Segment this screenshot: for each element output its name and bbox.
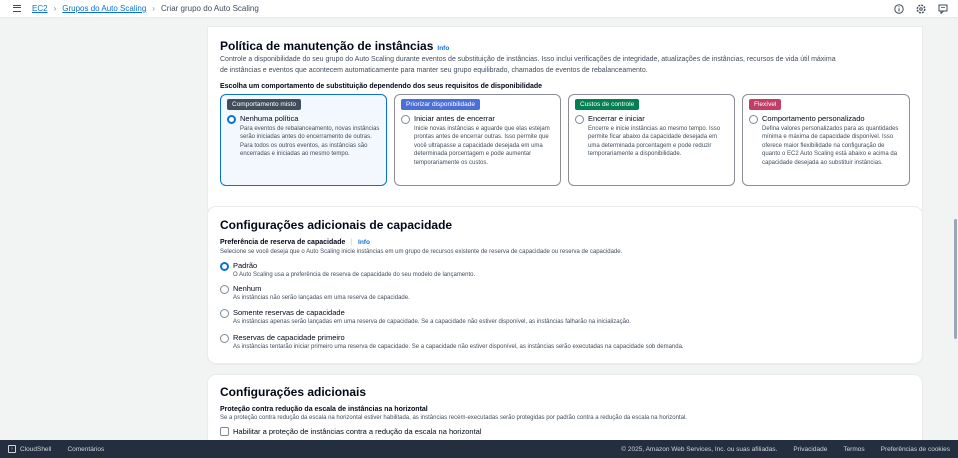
label-divider: | [350,239,353,246]
card-description: Para eventos de rebalanceamento, novas i… [240,126,380,158]
additional-settings-panel: Configurações adicionais Proteção contra… [208,375,922,440]
option-description: O Auto Scaling usa a preferência de rese… [233,272,476,278]
radio-button[interactable] [220,285,229,294]
maintenance-description-line1: Controle a disponibilidade do seu grupo … [220,56,836,63]
radio-button-selected[interactable] [220,262,229,271]
capacity-pref-description: Selecione se você deseja que o Auto Scal… [220,249,623,255]
maintenance-policy-panel: Política de manutenção de instâncias Info… [208,27,922,215]
additional-title: Configurações adicionais [220,385,367,399]
card-title: Nenhuma política [240,114,299,123]
card-title: Iniciar antes de encerrar [414,114,495,123]
menu-icon[interactable] [8,0,26,18]
comments-link[interactable]: Comentários [67,446,104,453]
card-title: Encerrar e iniciar [588,114,645,123]
capacity-settings-panel: Configurações adicionais de capacidade P… [208,207,922,363]
option-title: Padrão [233,261,258,270]
breadcrumb: EC2 › Grupos do Auto Scaling › Criar gru… [32,4,259,13]
cloudshell-button[interactable]: › CloudShell [8,445,51,453]
cookie-preferences-link[interactable]: Preferências de cookies [881,446,950,453]
capacity-title: Configurações adicionais de capacidade [220,218,453,232]
choose-behavior-label: Escolha um comportamento de substituição… [220,83,543,90]
card-launch-before-terminate[interactable]: Priorizar disponibilidade Iniciar antes … [394,94,561,186]
terminal-icon: › [8,445,16,453]
option-description: As instâncias não serão lançadas em uma … [233,295,410,301]
gear-icon[interactable] [914,2,928,16]
tag-mixed-behavior: Comportamento misto [227,99,301,110]
option-description: As instâncias tentarão iniciar primeiro … [233,344,684,350]
maintenance-info-link[interactable]: Info [437,45,449,52]
copyright-text: © 2025, Amazon Web Services, Inc. ou sua… [621,445,778,453]
capacity-pref-label-text: Preferência de reserva de capacidade [220,239,346,246]
scale-in-protection-description: Se a proteção contra redução da escala n… [220,415,687,421]
scrollbar[interactable] [954,219,957,339]
tag-control-costs: Custos de controle [575,99,640,110]
maintenance-description-line2: de instâncias e eventos que acontecem au… [220,67,648,74]
breadcrumb-ec2[interactable]: EC2 [32,4,48,13]
chevron-right-icon: › [152,4,155,13]
maintenance-description: Controle a disponibilidade do seu grupo … [220,54,910,76]
privacy-link[interactable]: Privacidade [793,446,827,453]
chat-icon[interactable] [936,2,950,16]
scale-in-protection-checkbox[interactable] [220,427,229,436]
maintenance-title: Política de manutenção de instâncias Info [220,39,449,53]
terms-link[interactable]: Termos [843,446,864,453]
checkbox-label[interactable]: Habilitar a proteção de instâncias contr… [233,427,482,436]
radio-button[interactable] [220,334,229,343]
tag-prioritize-availability: Priorizar disponibilidade [401,99,481,110]
capacity-reservation-label: Preferência de reserva de capacidade | I… [220,239,370,246]
capacity-info-link[interactable]: Info [358,239,370,246]
radio-button[interactable] [401,115,410,124]
breadcrumb-asg[interactable]: Grupos do Auto Scaling [62,4,146,13]
scale-in-protection-label: Proteção contra redução da escala de ins… [220,406,428,413]
cloudshell-label: CloudShell [20,445,52,453]
maintenance-title-text: Política de manutenção de instâncias [220,39,434,53]
card-terminate-and-launch[interactable]: Custos de controle Encerrar e iniciar En… [568,94,735,186]
card-description: Encerre e inicie instâncias ao mesmo tem… [588,126,721,158]
option-title: Reservas de capacidade primeiro [233,333,345,342]
option-description: As instâncias apenas serão lançadas em u… [233,319,631,325]
option-title: Somente reservas de capacidade [233,308,345,317]
top-bar: EC2 › Grupos do Auto Scaling › Criar gru… [0,0,958,18]
radio-button[interactable] [220,309,229,318]
tag-flexible: Flexível [749,99,782,110]
card-custom-behavior[interactable]: Flexível Comportamento personalizado Def… [742,94,910,186]
radio-button[interactable] [575,115,584,124]
main-content[interactable]: Política de manutenção de instâncias Info… [0,19,958,440]
radio-button-selected[interactable] [227,115,236,124]
radio-button[interactable] [749,115,758,124]
card-title: Comportamento personalizado [762,114,865,123]
info-circle-icon[interactable] [892,2,906,16]
card-description: Inicie novas instâncias e aguarde que el… [414,126,550,166]
footer: › CloudShell Comentários © 2025, Amazon … [0,440,958,458]
card-description: Defina valores personalizados para as qu… [762,126,899,166]
option-title: Nenhum [233,284,262,293]
card-no-policy[interactable]: Comportamento misto Nenhuma política Par… [220,94,387,186]
chevron-right-icon: › [53,4,57,13]
breadcrumb-current: Criar grupo do Auto Scaling [160,4,259,13]
